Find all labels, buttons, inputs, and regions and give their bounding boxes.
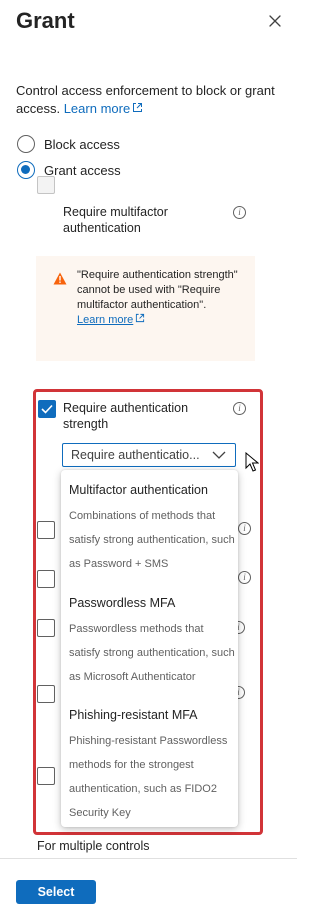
option-description: Phishing-resistant Passwordless methods … [69,735,228,819]
warning-learn-more-link[interactable]: Learn more [77,313,145,326]
warning-icon [53,272,67,285]
auth-strength-select[interactable]: Require authenticatio... [62,443,236,467]
option-title: Multifactor authentication [69,483,208,497]
info-icon[interactable]: i [233,402,246,415]
dropdown-option-mfa[interactable]: Multifactor authentication Combinations … [69,482,236,576]
external-link-icon [133,103,143,112]
panel-title: Grant [16,8,75,33]
close-icon[interactable] [266,12,284,30]
require-mfa-label: Require multifactor authentication [63,205,168,235]
require-auth-strength-checkbox[interactable] [38,400,56,418]
radio-button[interactable] [17,135,35,153]
select-value: Require authenticatio... [71,448,200,462]
dropdown-option-phishing-resistant[interactable]: Phishing-resistant MFA Phishing-resistan… [69,707,236,825]
warning-text: "Require authentication strength" cannot… [77,269,238,311]
multiple-controls-label: For multiple controls [37,839,150,853]
checkmark-icon [41,404,53,414]
radio-label: Grant access [44,162,121,178]
radio-block-access[interactable]: Block access [17,135,120,153]
external-link-icon [136,313,145,323]
description-text: Control access enforcement to block or g… [16,83,275,116]
require-auth-strength-label: Require authentication strength [63,401,189,431]
dropdown-option-passwordless[interactable]: Passwordless MFA Passwordless methods th… [69,595,236,689]
option-description: Passwordless methods that satisfy strong… [69,623,235,683]
panel-description: Control access enforcement to block or g… [16,82,281,118]
radio-grant-access[interactable]: Grant access [17,161,121,179]
require-mfa-checkbox[interactable] [37,176,55,194]
radio-button[interactable] [17,161,35,179]
warning-message: "Require authentication strength" cannot… [36,256,255,361]
radio-label: Block access [44,136,120,152]
option-description: Combinations of methods that satisfy str… [69,510,235,570]
chevron-down-icon [212,451,226,459]
option-title: Passwordless MFA [69,596,176,610]
learn-more-link[interactable]: Learn more [64,101,143,116]
info-icon[interactable]: i [233,206,246,219]
select-button[interactable]: Select [16,880,96,904]
footer-divider [0,858,297,859]
mouse-cursor-icon [245,452,259,472]
option-title: Phishing-resistant MFA [69,708,198,722]
auth-strength-dropdown: Multifactor authentication Combinations … [61,470,238,827]
